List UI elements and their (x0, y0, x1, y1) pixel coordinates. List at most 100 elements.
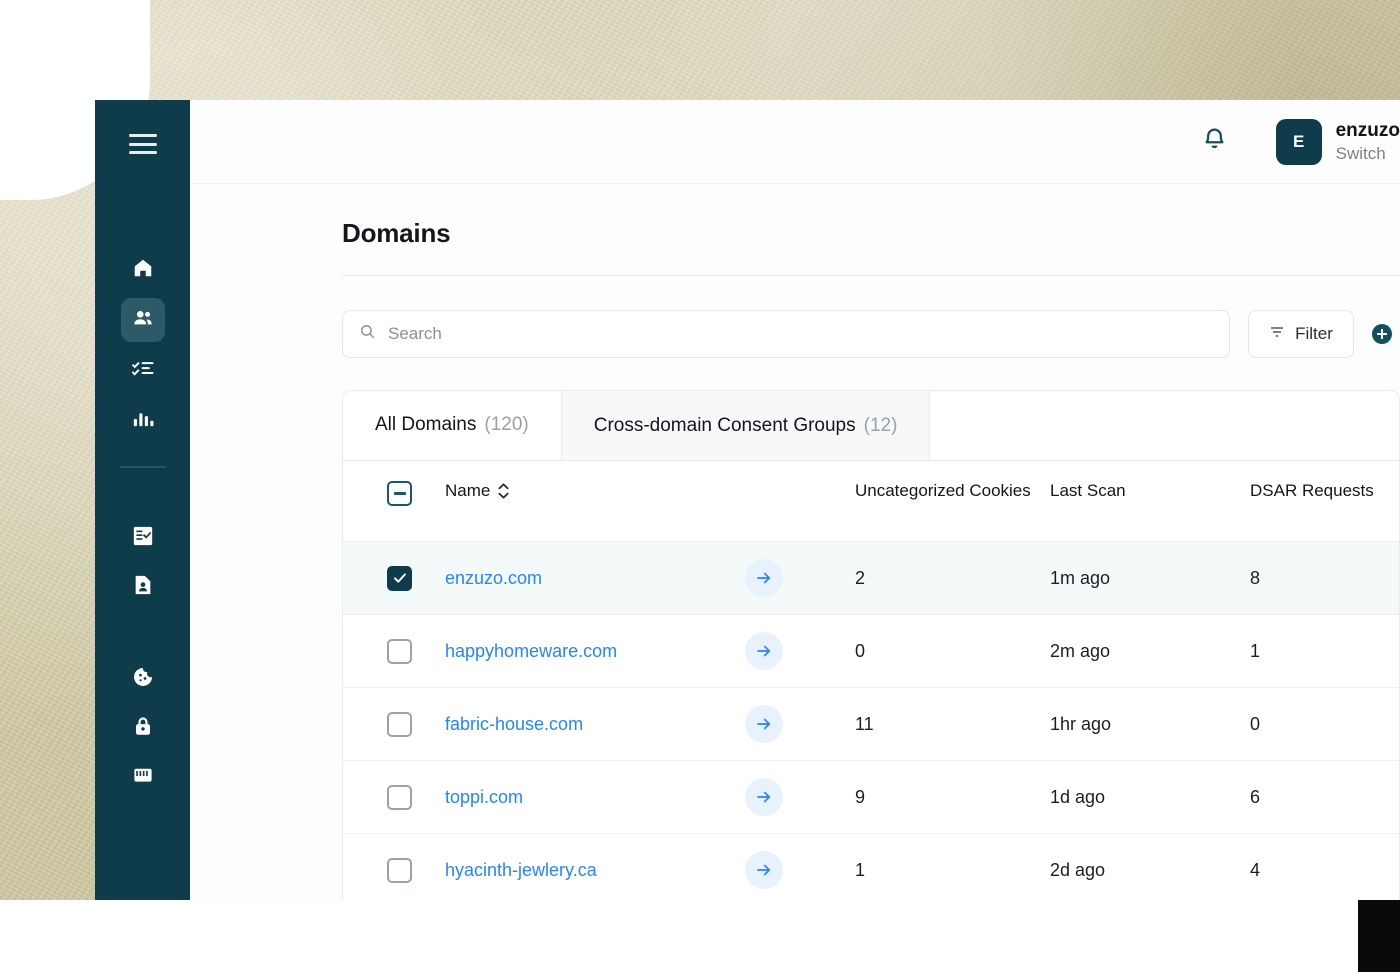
header-uncategorized-cookies: Uncategorized Cookies (855, 461, 1050, 542)
row-checkbox[interactable] (387, 785, 412, 810)
sidebar-nav-tertiary (121, 657, 165, 799)
hamburger-icon[interactable] (129, 134, 157, 154)
page-content: Domains Filter Create gro (190, 184, 1400, 900)
tab-consent-groups[interactable]: Cross-domain Consent Groups (12) (562, 391, 931, 460)
sidebar-item-assessments[interactable] (121, 516, 165, 560)
cookie-icon (132, 666, 154, 693)
uncategorized-cookies-cell: 1 (855, 834, 1050, 901)
storefront-icon (132, 764, 154, 791)
sidebar-item-store[interactable] (121, 755, 165, 799)
arrow-right-icon[interactable] (745, 778, 783, 816)
header-name-label: Name (445, 481, 490, 501)
tab-consent-groups-count: (12) (864, 415, 898, 437)
checklist-icon (132, 357, 154, 384)
sidebar-item-security[interactable] (121, 706, 165, 750)
tab-consent-groups-label: Cross-domain Consent Groups (594, 415, 856, 437)
filter-button[interactable]: Filter (1248, 310, 1354, 358)
sidebar-item-cookies[interactable] (121, 657, 165, 701)
last-scan-cell: 2m ago (1050, 615, 1250, 688)
domain-link[interactable]: toppi.com (445, 787, 523, 807)
domain-name-cell: enzuzo.com (445, 542, 745, 615)
open-domain-cell (745, 615, 855, 688)
last-scan-cell: 1m ago (1050, 542, 1250, 615)
sidebar-item-dsar[interactable] (121, 565, 165, 609)
domains-table: Name Uncategorized Cookies Last Scan (343, 461, 1400, 900)
uncategorized-cookies-cell: 2 (855, 542, 1050, 615)
page-title: Domains (342, 218, 1400, 249)
sort-icon[interactable] (498, 483, 509, 499)
table-row[interactable]: fabric-house.com 11 1hr ago 0 Incomplete (343, 688, 1400, 761)
tab-all-domains[interactable]: All Domains (120) (343, 391, 562, 460)
notifications-button[interactable] (1201, 126, 1228, 158)
sidebar-nav-primary (120, 248, 166, 468)
table-row[interactable]: happyhomeware.com 0 2m ago 1 Complete (343, 615, 1400, 688)
app-window: E enzuzo Switch Domains (95, 100, 1400, 900)
create-group-button[interactable]: Create group (1372, 323, 1400, 345)
row-checkbox[interactable] (387, 566, 412, 591)
dsar-requests-cell: 8 (1250, 542, 1400, 615)
row-select-cell (343, 615, 445, 688)
arrow-right-icon[interactable] (745, 851, 783, 889)
row-checkbox[interactable] (387, 712, 412, 737)
domain-link[interactable]: fabric-house.com (445, 714, 583, 734)
open-domain-cell (745, 761, 855, 834)
sidebar (95, 100, 190, 900)
table-head: Name Uncategorized Cookies Last Scan (343, 461, 1400, 542)
row-select-cell (343, 761, 445, 834)
search-field[interactable] (342, 310, 1230, 358)
last-scan-cell: 1d ago (1050, 761, 1250, 834)
table-body: enzuzo.com 2 1m ago 8 Pending happyhomew… (343, 542, 1400, 901)
filter-icon (1269, 324, 1285, 345)
open-domain-cell (745, 834, 855, 901)
domain-name-cell: hyacinth-jewlery.ca (445, 834, 745, 901)
row-checkbox[interactable] (387, 639, 412, 664)
open-domain-cell (745, 542, 855, 615)
open-domain-cell (745, 688, 855, 761)
select-all-header (343, 461, 445, 542)
domain-link[interactable]: enzuzo.com (445, 568, 542, 588)
search-input[interactable] (388, 324, 1213, 344)
arrow-right-icon[interactable] (745, 705, 783, 743)
tab-bar: All Domains (120) Cross-domain Consent G… (343, 391, 1399, 461)
title-divider (342, 275, 1400, 276)
document-user-icon (132, 574, 154, 601)
arrow-right-icon[interactable] (745, 559, 783, 597)
table-header-row: Name Uncategorized Cookies Last Scan (343, 461, 1400, 542)
row-select-cell (343, 688, 445, 761)
uncategorized-cookies-cell: 11 (855, 688, 1050, 761)
filter-label: Filter (1295, 324, 1333, 344)
tab-all-domains-label: All Domains (375, 414, 476, 436)
table-row[interactable]: toppi.com 9 1d ago 6 Complete (343, 761, 1400, 834)
table-row[interactable]: hyacinth-jewlery.ca 1 2d ago 4 Pending (343, 834, 1400, 901)
sidebar-item-home[interactable] (121, 248, 165, 292)
search-icon (359, 323, 376, 345)
domain-link[interactable]: happyhomeware.com (445, 641, 617, 661)
domain-name-cell: happyhomeware.com (445, 615, 745, 688)
row-select-cell (343, 834, 445, 901)
arrow-right-icon[interactable] (745, 632, 783, 670)
dsar-requests-cell: 0 (1250, 688, 1400, 761)
toolbar: Filter Create group (342, 310, 1400, 358)
domains-card: All Domains (120) Cross-domain Consent G… (342, 390, 1400, 900)
avatar: E (1276, 119, 1322, 165)
header-open-spacer (745, 461, 855, 542)
account-switcher[interactable]: E enzuzo Switch (1276, 119, 1400, 165)
account-switch-label: Switch (1336, 143, 1400, 164)
header-name[interactable]: Name (445, 461, 745, 542)
sidebar-item-tasks[interactable] (121, 348, 165, 392)
table-row[interactable]: enzuzo.com 2 1m ago 8 Pending (343, 542, 1400, 615)
domain-link[interactable]: hyacinth-jewlery.ca (445, 860, 597, 880)
sidebar-item-analytics[interactable] (121, 398, 165, 442)
clipboard-check-icon (132, 525, 154, 552)
account-text: enzuzo Switch (1336, 119, 1400, 164)
dsar-requests-cell: 6 (1250, 761, 1400, 834)
sidebar-item-domains[interactable] (121, 298, 165, 342)
domain-name-cell: toppi.com (445, 761, 745, 834)
dsar-requests-cell: 4 (1250, 834, 1400, 901)
bell-icon (1201, 126, 1228, 158)
select-all-checkbox[interactable] (387, 481, 412, 506)
row-checkbox[interactable] (387, 858, 412, 883)
account-name: enzuzo (1336, 119, 1400, 143)
plus-circle-icon (1372, 324, 1392, 344)
last-scan-cell: 2d ago (1050, 834, 1250, 901)
